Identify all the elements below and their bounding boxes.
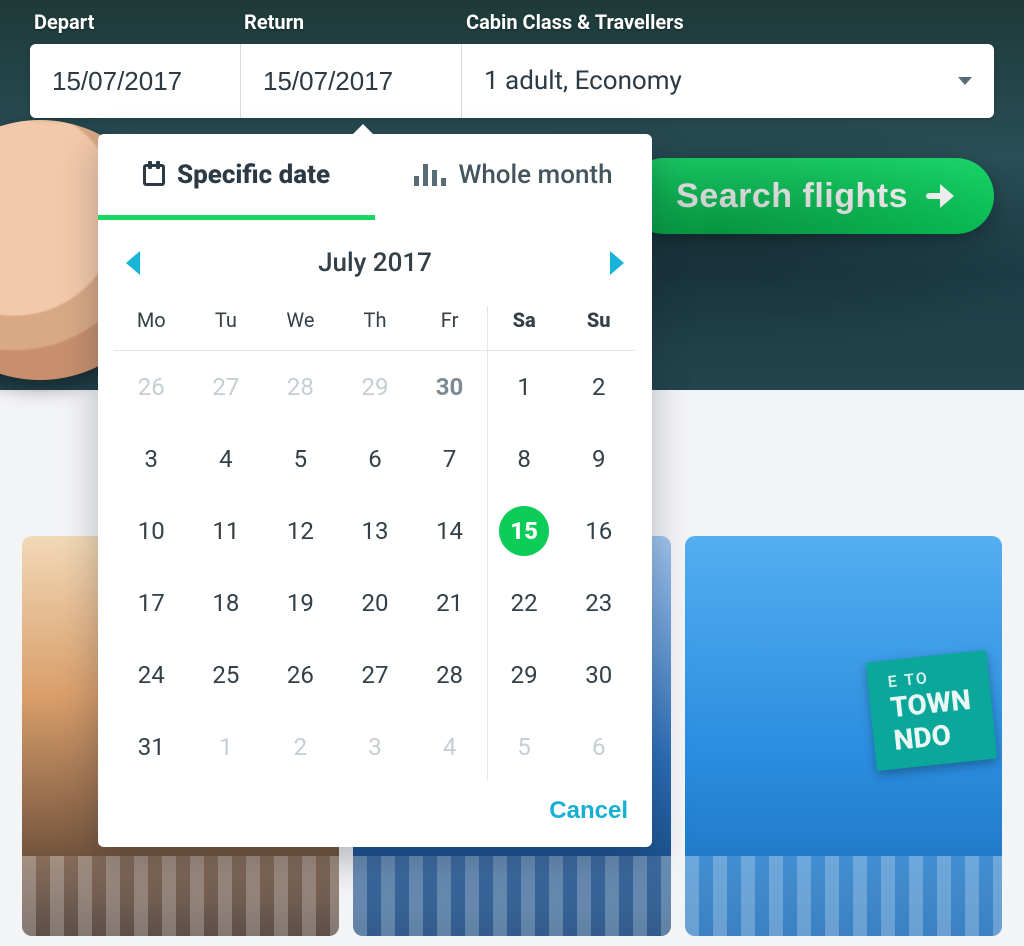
tab-specific-date[interactable]: Specific date (98, 134, 375, 220)
weekday-header: Tu (189, 296, 264, 351)
calendar-day: 6 (561, 711, 636, 783)
search-button-label: Search flights (676, 177, 908, 216)
calendar-day[interactable]: 30 (412, 351, 487, 423)
arrow-right-icon (924, 181, 954, 211)
promo-line2: NDO (893, 718, 953, 757)
calendar-day[interactable]: 31 (114, 711, 189, 783)
calendar-day[interactable]: 12 (263, 495, 338, 567)
calendar-day[interactable]: 19 (263, 567, 338, 639)
calendar-day: 28 (263, 351, 338, 423)
date-picker-tabs: Specific date Whole month (98, 134, 652, 220)
calendar-day[interactable]: 24 (114, 639, 189, 711)
weekday-header: Su (561, 296, 636, 351)
return-label: Return (240, 0, 462, 46)
search-flights-button[interactable]: Search flights (626, 158, 994, 234)
return-input[interactable] (241, 44, 461, 118)
weekend-divider (487, 306, 488, 781)
calendar-day[interactable]: 13 (338, 495, 413, 567)
calendar-day[interactable]: 28 (412, 639, 487, 711)
destination-tile[interactable]: E TO TOWN NDO (685, 536, 1002, 936)
weekday-header: Th (338, 296, 413, 351)
calendar-day[interactable]: 5 (263, 423, 338, 495)
calendar-day[interactable]: 2 (561, 351, 636, 423)
calendar-day[interactable]: 21 (412, 567, 487, 639)
weekday-header: Mo (114, 296, 189, 351)
depart-input[interactable] (30, 44, 240, 118)
calendar-day: 1 (189, 711, 264, 783)
calendar-day: 2 (263, 711, 338, 783)
calendar-day: 29 (338, 351, 413, 423)
calendar-icon (143, 164, 165, 186)
calendar-day[interactable]: 20 (338, 567, 413, 639)
calendar-day[interactable]: 4 (189, 423, 264, 495)
calendar-grid: MoTuWeThFrSaSu26272829301234567891011121… (98, 296, 652, 791)
calendar-day: 4 (412, 711, 487, 783)
tab-label: Whole month (458, 160, 612, 190)
calendar-day[interactable]: 16 (561, 495, 636, 567)
calendar-day[interactable]: 17 (114, 567, 189, 639)
calendar-day-selected[interactable]: 15 (487, 495, 562, 567)
field-labels: Depart Return Cabin Class & Travellers (30, 0, 994, 46)
cabin-value: 1 adult, Economy (484, 66, 682, 96)
divider (240, 44, 241, 118)
date-picker: Specific date Whole month July 2017 MoTu… (98, 134, 652, 847)
bar-chart-icon (414, 164, 446, 186)
cancel-button[interactable]: Cancel (549, 797, 628, 825)
cabin-class-select[interactable]: 1 adult, Economy (462, 44, 994, 118)
search-input-row: 1 adult, Economy (30, 44, 994, 118)
calendar-day[interactable]: 7 (412, 423, 487, 495)
calendar-day: 5 (487, 711, 562, 783)
calendar-day[interactable]: 23 (561, 567, 636, 639)
calendar-day[interactable]: 10 (114, 495, 189, 567)
month-label: July 2017 (318, 248, 432, 278)
calendar-day[interactable]: 8 (487, 423, 562, 495)
calendar-day[interactable]: 30 (561, 639, 636, 711)
promo-badge: E TO TOWN NDO (866, 650, 997, 771)
calendar-day: 27 (189, 351, 264, 423)
prev-month-button[interactable] (126, 251, 140, 275)
weekday-header: We (263, 296, 338, 351)
depart-label: Depart (30, 0, 240, 46)
calendar-day[interactable]: 6 (338, 423, 413, 495)
search-fields: 1 adult, Economy (30, 44, 994, 118)
date-picker-footer: Cancel (98, 791, 652, 847)
tab-whole-month[interactable]: Whole month (375, 134, 652, 220)
calendar-day[interactable]: 3 (114, 423, 189, 495)
divider (461, 44, 462, 118)
calendar-day[interactable]: 29 (487, 639, 562, 711)
calendar-day[interactable]: 9 (561, 423, 636, 495)
calendar-day[interactable]: 27 (338, 639, 413, 711)
calendar-day[interactable]: 1 (487, 351, 562, 423)
calendar-day[interactable]: 22 (487, 567, 562, 639)
calendar-day: 3 (338, 711, 413, 783)
next-month-button[interactable] (610, 251, 624, 275)
calendar-day[interactable]: 25 (189, 639, 264, 711)
weekday-header: Sa (487, 296, 562, 351)
calendar-day[interactable]: 26 (263, 639, 338, 711)
calendar-day[interactable]: 18 (189, 567, 264, 639)
tab-label: Specific date (177, 160, 330, 190)
calendar-day[interactable]: 14 (412, 495, 487, 567)
cabin-label: Cabin Class & Travellers (462, 0, 994, 46)
calendar-day[interactable]: 11 (189, 495, 264, 567)
month-nav: July 2017 (98, 220, 652, 296)
calendar-day: 26 (114, 351, 189, 423)
chevron-down-icon (958, 77, 972, 85)
weekday-header: Fr (412, 296, 487, 351)
